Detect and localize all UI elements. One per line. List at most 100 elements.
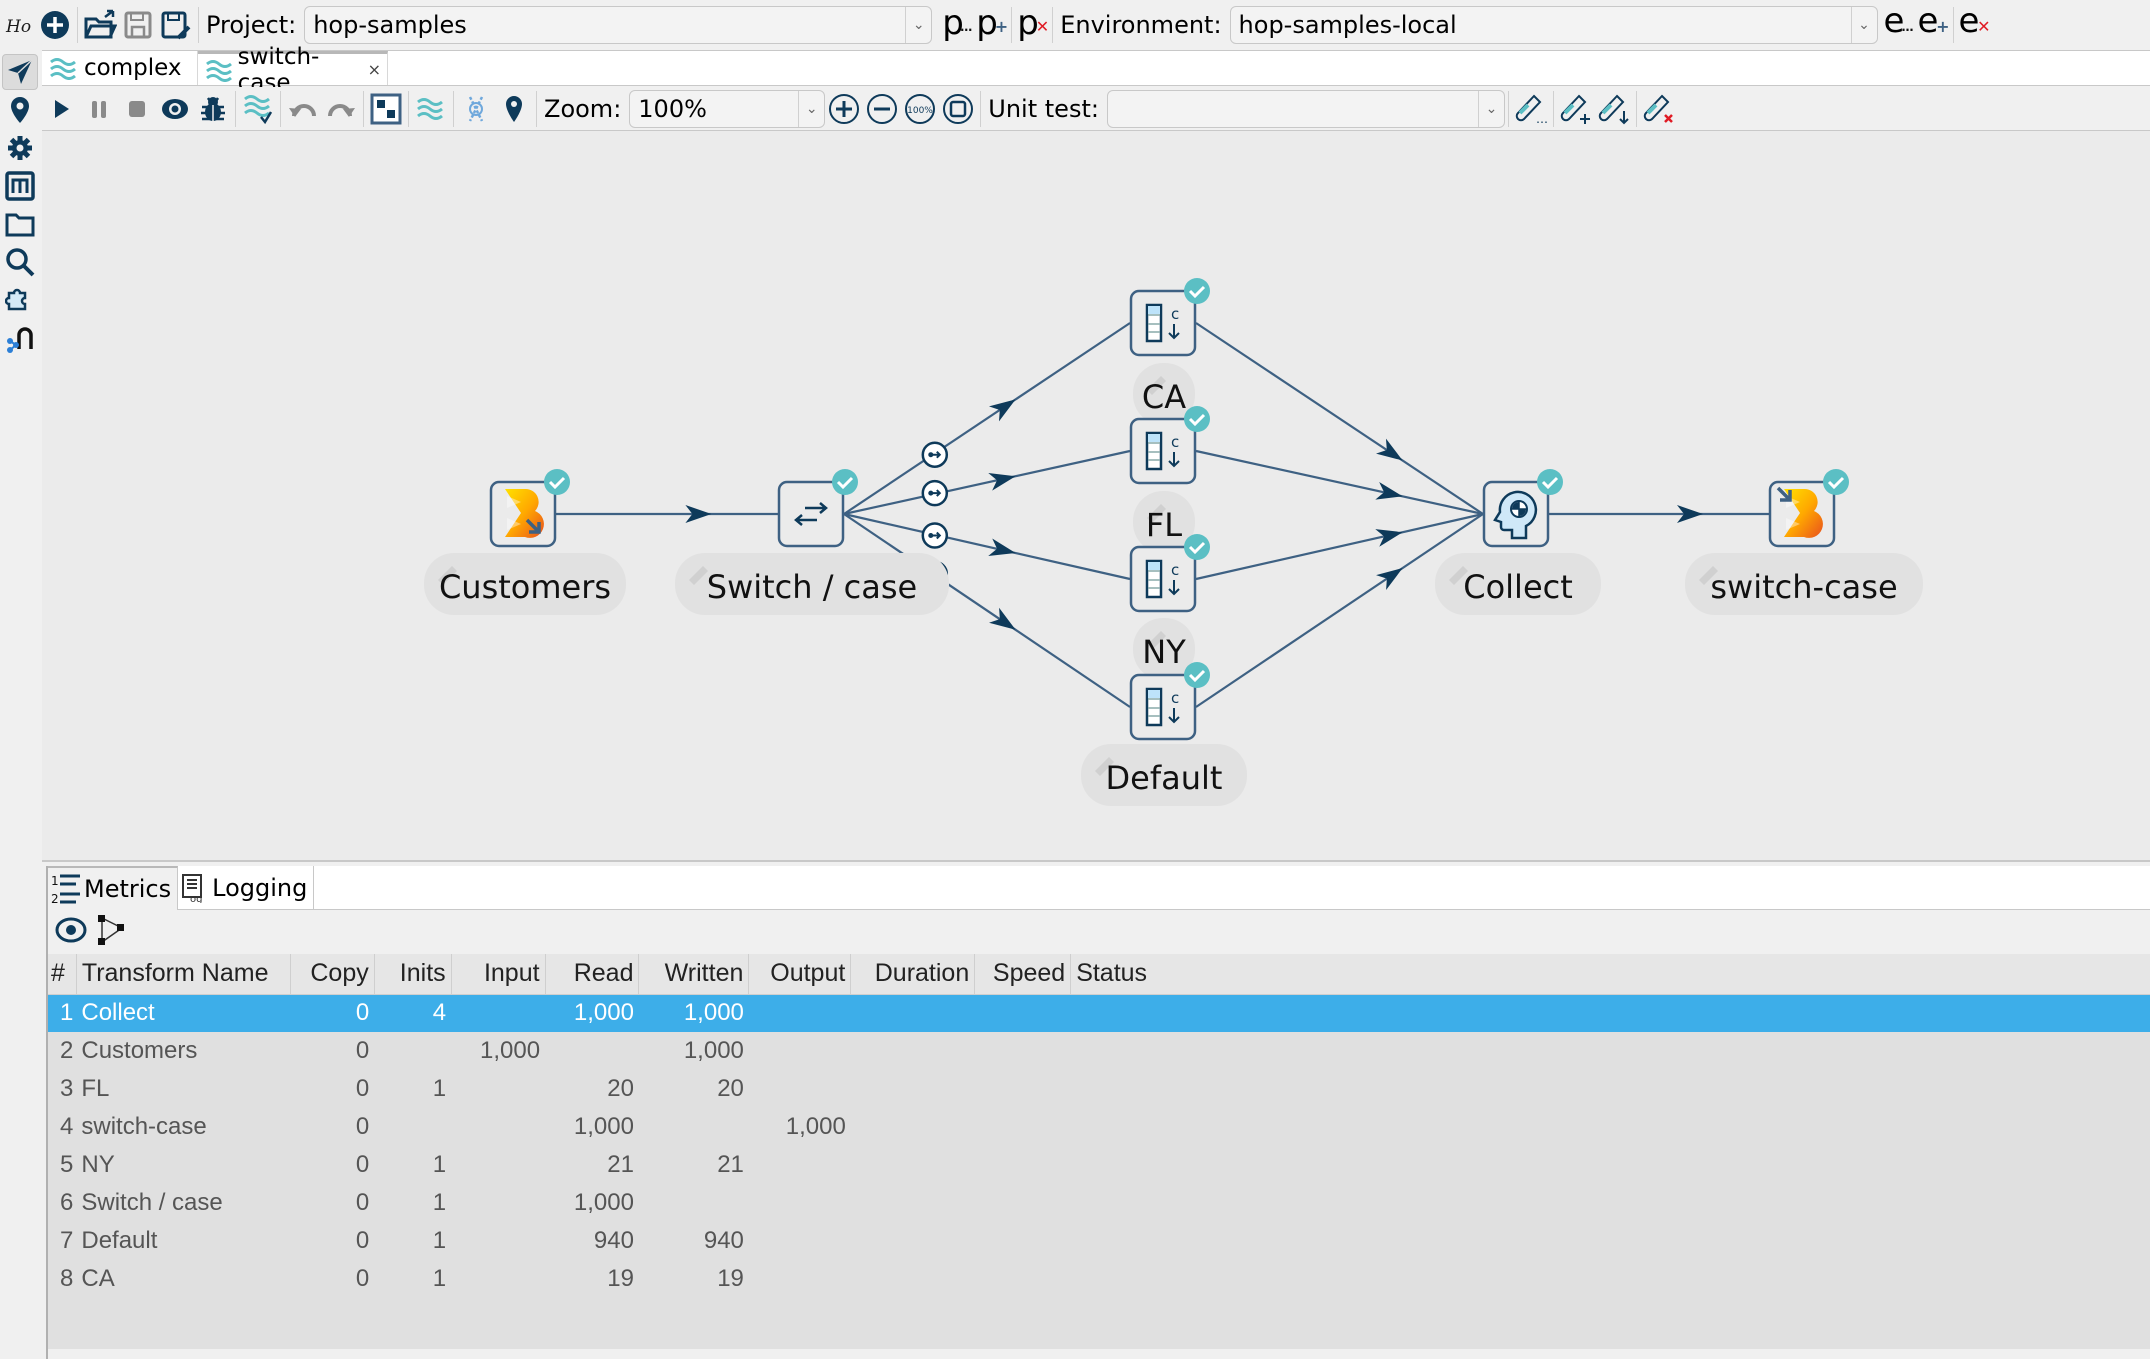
project-select[interactable]: hop-samples ⌄ (304, 6, 933, 44)
table-row[interactable]: 8 CA 0 1 19 19 (48, 1260, 2150, 1298)
align-icon[interactable] (367, 89, 405, 129)
table-row[interactable]: 6 Switch / case 0 1 1,000 (48, 1184, 2150, 1222)
transform-label[interactable]: Customers (424, 553, 626, 615)
add-environment-icon[interactable]: e + (1916, 4, 1950, 46)
import-unit-test-icon[interactable] (1595, 89, 1633, 129)
new-file-icon[interactable] (36, 5, 74, 45)
table-row[interactable]: 4 switch-case 0 1,000 1,000 (48, 1108, 2150, 1146)
perspective-git[interactable] (2, 320, 38, 356)
zoom-in-icon[interactable] (825, 89, 863, 129)
chevron-down-icon[interactable]: ⌄ (1477, 90, 1504, 127)
edit-environment-icon[interactable]: e… (1882, 4, 1916, 46)
tab-metrics[interactable]: 12 Metrics (48, 866, 179, 910)
table-row[interactable]: 2 Customers 0 1,000 1,000 (48, 1032, 2150, 1070)
folder-icon (5, 213, 35, 237)
pipeline-properties-icon[interactable] (412, 89, 450, 129)
column-header-output[interactable]: Output (748, 954, 852, 995)
transform-fl[interactable]: FL c (1129, 406, 1210, 553)
delete-environment-icon[interactable]: e ✕ (1957, 4, 1991, 46)
save-icon[interactable] (119, 5, 157, 45)
zoom-out-icon[interactable] (863, 89, 901, 129)
column-header-input[interactable]: Input (451, 954, 546, 995)
column-header-transform-name[interactable]: Transform Name (76, 954, 291, 995)
show-graph-icon[interactable] (96, 914, 126, 950)
transform-output[interactable]: switch-case (1685, 469, 1923, 615)
impact-analysis-icon[interactable] (457, 89, 495, 129)
debug-icon[interactable] (194, 89, 232, 129)
transform-name: Default (81, 1227, 158, 1254)
column-header-duration[interactable]: Duration (850, 954, 976, 995)
close-icon[interactable]: × (368, 60, 381, 79)
hop-switch-fl[interactable] (843, 449, 1131, 516)
unit-test-select[interactable]: ⌄ (1106, 89, 1505, 128)
column-header-speed[interactable]: Speed (974, 954, 1072, 995)
column-header-inits[interactable]: Inits (374, 954, 452, 995)
transform-ca[interactable]: CA c (1129, 278, 1210, 425)
tab-switch-case[interactable]: switch-case × (198, 44, 388, 96)
add-unit-test-icon[interactable] (1557, 89, 1595, 129)
hop-fl-collect[interactable] (1195, 449, 1484, 516)
pipeline-graph[interactable]: Customers Switch / case CAcFLcNYcDefaultc C… (42, 131, 2150, 862)
table-row[interactable]: 3 FL 0 1 20 20 (48, 1070, 2150, 1108)
chevron-down-icon[interactable]: ⌄ (905, 7, 931, 43)
transform-switch[interactable]: Switch / case (675, 469, 949, 615)
location-pin-icon[interactable] (495, 89, 533, 129)
pipeline-canvas[interactable]: Customers Switch / case CA c FL c NY c Default c C… (42, 131, 2150, 862)
hop-default-collect[interactable] (1195, 513, 1484, 708)
edit-project-icon[interactable]: p… (940, 4, 974, 46)
hop-collect-output[interactable] (1549, 505, 1769, 523)
save-as-icon[interactable] (157, 5, 195, 45)
column-header-read[interactable]: Read (545, 954, 640, 995)
zoom-100-icon[interactable]: 100% (901, 89, 939, 129)
perspective-configuration[interactable] (2, 130, 38, 166)
environment-select[interactable]: hop-samples-local ⌄ (1229, 6, 1878, 44)
table-row[interactable]: 1 Collect 0 4 1,000 1,000 (48, 994, 2150, 1032)
chevron-down-icon[interactable]: ⌄ (798, 90, 824, 127)
hop-customers-switch[interactable] (556, 505, 778, 523)
hop-ca-collect[interactable] (1195, 322, 1484, 515)
column-header-copy[interactable]: Copy (290, 954, 375, 995)
preview-icon[interactable] (156, 89, 194, 129)
zoom-select[interactable]: 100% ⌄ (629, 89, 826, 128)
open-file-icon[interactable] (81, 5, 119, 45)
perspective-metadata[interactable] (2, 168, 38, 204)
transform-label[interactable]: Default (1081, 744, 1247, 806)
perspective-location[interactable] (2, 92, 38, 128)
delete-unit-test-icon[interactable] (1640, 89, 1678, 129)
speed (975, 1070, 1071, 1108)
status (1071, 1222, 2150, 1260)
show-selected-icon[interactable] (54, 916, 88, 948)
column-header-status[interactable]: Status (1070, 954, 2150, 995)
pause-icon[interactable] (80, 89, 118, 129)
hop-switch-ca[interactable] (843, 322, 1131, 515)
column-header-written[interactable]: Written (638, 954, 750, 995)
add-project-icon[interactable]: p + (974, 4, 1008, 46)
chevron-down-icon[interactable]: ⌄ (1850, 7, 1877, 43)
perspective-data-orchestration[interactable] (2, 54, 38, 90)
stop-icon[interactable] (118, 89, 156, 129)
transform-customers[interactable]: Customers (424, 469, 626, 615)
transform-label[interactable]: switch-case (1685, 553, 1923, 615)
run-icon[interactable] (42, 89, 80, 129)
transform-label[interactable]: Switch / case (675, 553, 949, 615)
redo-icon[interactable] (322, 89, 360, 129)
column-header-number[interactable]: # (48, 954, 77, 995)
check-pipeline-icon[interactable] (239, 89, 277, 129)
transform-label[interactable]: Collect (1435, 553, 1601, 615)
delete-project-icon[interactable]: p ✕ (1015, 4, 1049, 46)
transform-ny[interactable]: NY c (1129, 534, 1210, 680)
perspective-search[interactable] (2, 244, 38, 280)
tab-complex[interactable]: complex (42, 51, 198, 85)
edit-unit-test-icon[interactable]: … (1512, 89, 1550, 129)
undo-icon[interactable] (284, 89, 322, 129)
zoom-fit-icon[interactable] (939, 89, 977, 129)
tab-logging[interactable]: og Logging (178, 866, 315, 910)
table-header: # Transform Name Copy Inits Input Read W… (48, 954, 2150, 995)
table-row[interactable]: 7 Default 0 1 940 940 (48, 1222, 2150, 1260)
perspective-plugins[interactable] (2, 282, 38, 318)
perspective-explorer[interactable] (2, 206, 38, 242)
tab-label: Logging (212, 874, 308, 902)
transform-default[interactable]: Default c (1081, 662, 1247, 806)
transform-collect[interactable]: Collect (1435, 469, 1601, 615)
table-row[interactable]: 5 NY 0 1 21 21 (48, 1146, 2150, 1184)
